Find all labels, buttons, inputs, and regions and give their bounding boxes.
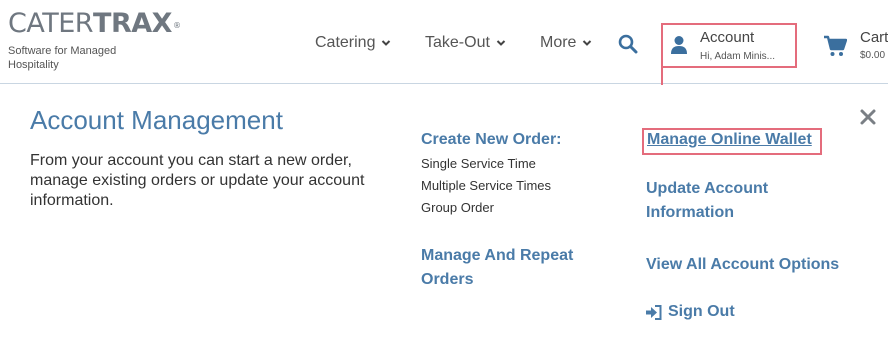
chevron-down-icon xyxy=(496,40,506,46)
nav-more-label: More xyxy=(540,34,577,51)
nav-catering-label: Catering xyxy=(315,34,376,51)
logo-tagline: Software for Managed Hospitality xyxy=(8,45,117,71)
multiple-service-times-link[interactable]: Multiple Service Times xyxy=(421,178,551,193)
nav-catering[interactable]: Catering xyxy=(315,34,391,52)
panel-title: Account Management xyxy=(30,105,283,135)
panel-description: From your account you can start a new or… xyxy=(30,152,365,209)
sign-out-link[interactable]: Sign Out xyxy=(645,303,735,321)
cart-amount: $0.00 xyxy=(860,50,886,61)
sign-out-icon xyxy=(646,304,662,320)
cart-icon xyxy=(824,35,847,56)
registered-mark: ® xyxy=(172,21,181,30)
logo-trax-text: TRAX xyxy=(93,8,172,39)
account-greeting: Hi, Adam Minis... xyxy=(700,51,776,62)
single-service-time-link[interactable]: Single Service Time xyxy=(421,156,536,171)
manage-online-wallet-link[interactable]: Manage Online Wallet xyxy=(647,131,812,148)
search-icon[interactable] xyxy=(617,33,639,55)
cart-button[interactable]: Cart $0.00 xyxy=(820,24,888,66)
manage-wallet-highlight[interactable]: Manage Online Wallet xyxy=(642,128,822,155)
user-icon xyxy=(671,36,687,54)
view-all-account-options-link[interactable]: View All Account Options xyxy=(646,253,839,277)
create-new-order-heading[interactable]: Create New Order: xyxy=(421,128,562,152)
chevron-down-icon xyxy=(583,40,592,46)
logo-wordmark: CATER TRAX ® xyxy=(8,8,181,40)
close-icon[interactable] xyxy=(858,107,878,127)
group-order-link[interactable]: Group Order xyxy=(421,200,494,215)
logo-cater-text: CATER xyxy=(8,8,94,39)
account-menu-button[interactable]: Account Hi, Adam Minis... xyxy=(661,23,797,68)
nav-more[interactable]: More xyxy=(540,34,592,52)
site-header: CATER TRAX ® Software for Managed Hospital… xyxy=(0,0,888,84)
update-account-information-link[interactable]: Update Account Information xyxy=(646,177,796,225)
chevron-down-icon xyxy=(382,40,391,46)
nav-takeout-label: Take-Out xyxy=(425,34,490,51)
catertrax-logo[interactable]: CATER TRAX ® Software for Managed Hospital… xyxy=(8,8,181,72)
nav-takeout[interactable]: Take-Out xyxy=(425,34,506,52)
account-management-panel: Account Management From your account you… xyxy=(0,85,888,346)
manage-repeat-orders-link[interactable]: Manage And Repeat Orders xyxy=(421,244,591,292)
sign-out-label: Sign Out xyxy=(668,303,735,320)
cart-label: Cart xyxy=(860,29,888,46)
account-label: Account xyxy=(700,29,755,46)
